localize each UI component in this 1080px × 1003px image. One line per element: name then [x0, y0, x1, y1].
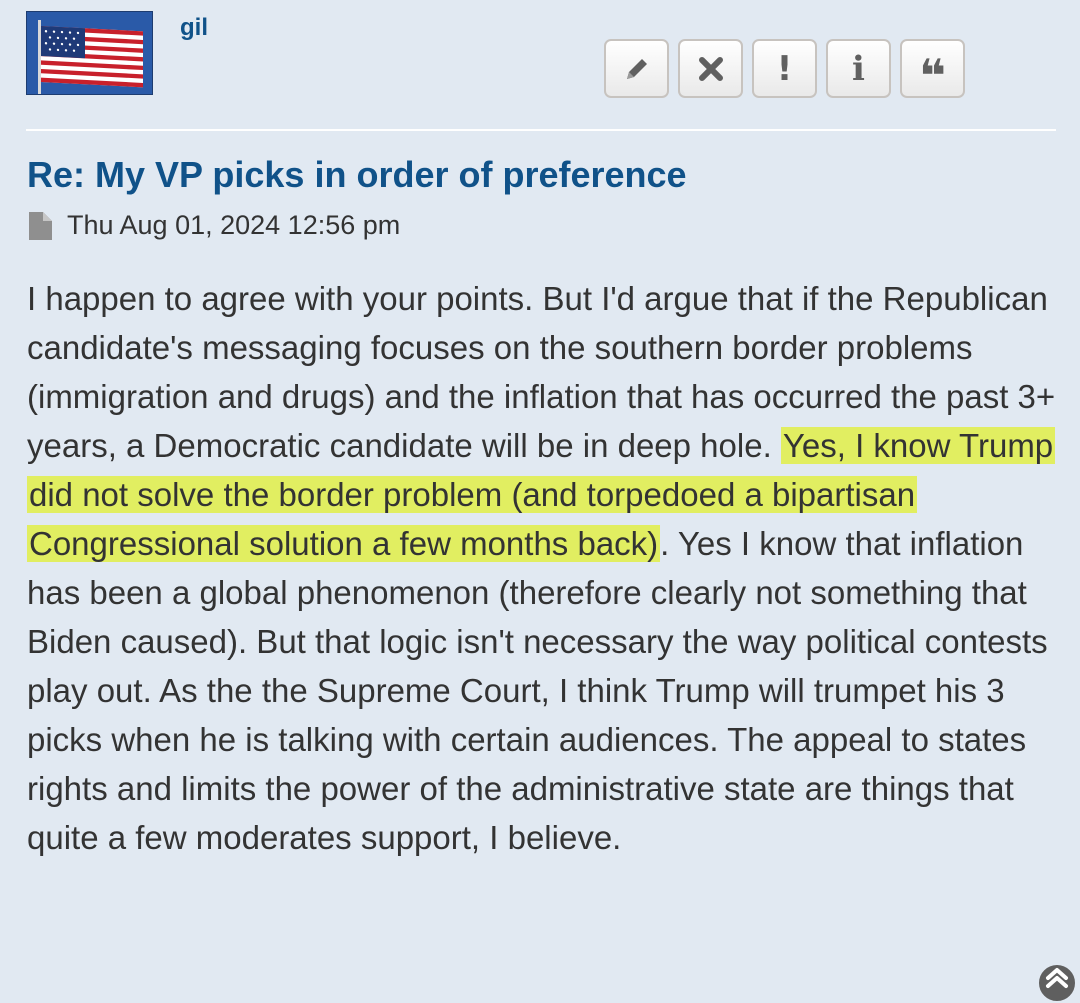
report-button[interactable]: !	[752, 39, 817, 98]
scroll-to-top-button[interactable]	[1037, 963, 1077, 1003]
quote-icon: ❝	[919, 48, 946, 103]
times-icon	[698, 56, 723, 81]
post-text-after: . Yes I know that inflation has been a g…	[27, 525, 1048, 856]
quote-button[interactable]: ❝	[900, 39, 965, 103]
info-button[interactable]: i	[826, 39, 891, 98]
edit-button[interactable]	[604, 39, 669, 98]
chevron-up-icon	[1046, 968, 1068, 988]
us-flag-image	[27, 12, 152, 94]
exclamation-icon: !	[776, 48, 793, 89]
post-buttons: ! i ❝	[604, 39, 965, 103]
post-meta: Thu Aug 01, 2024 12:56 pm	[27, 210, 400, 241]
pencil-icon	[626, 58, 647, 79]
post-timestamp: Thu Aug 01, 2024 12:56 pm	[67, 210, 401, 240]
file-icon[interactable]	[27, 211, 52, 240]
info-icon: i	[852, 48, 865, 89]
delete-button[interactable]	[678, 39, 743, 98]
post-content: I happen to agree with your points. But …	[27, 274, 1067, 862]
post-author-link[interactable]: gil	[180, 14, 208, 42]
post-title[interactable]: Re: My VP picks in order of preference	[27, 154, 687, 196]
avatar[interactable]	[26, 11, 153, 95]
divider	[26, 129, 1056, 131]
